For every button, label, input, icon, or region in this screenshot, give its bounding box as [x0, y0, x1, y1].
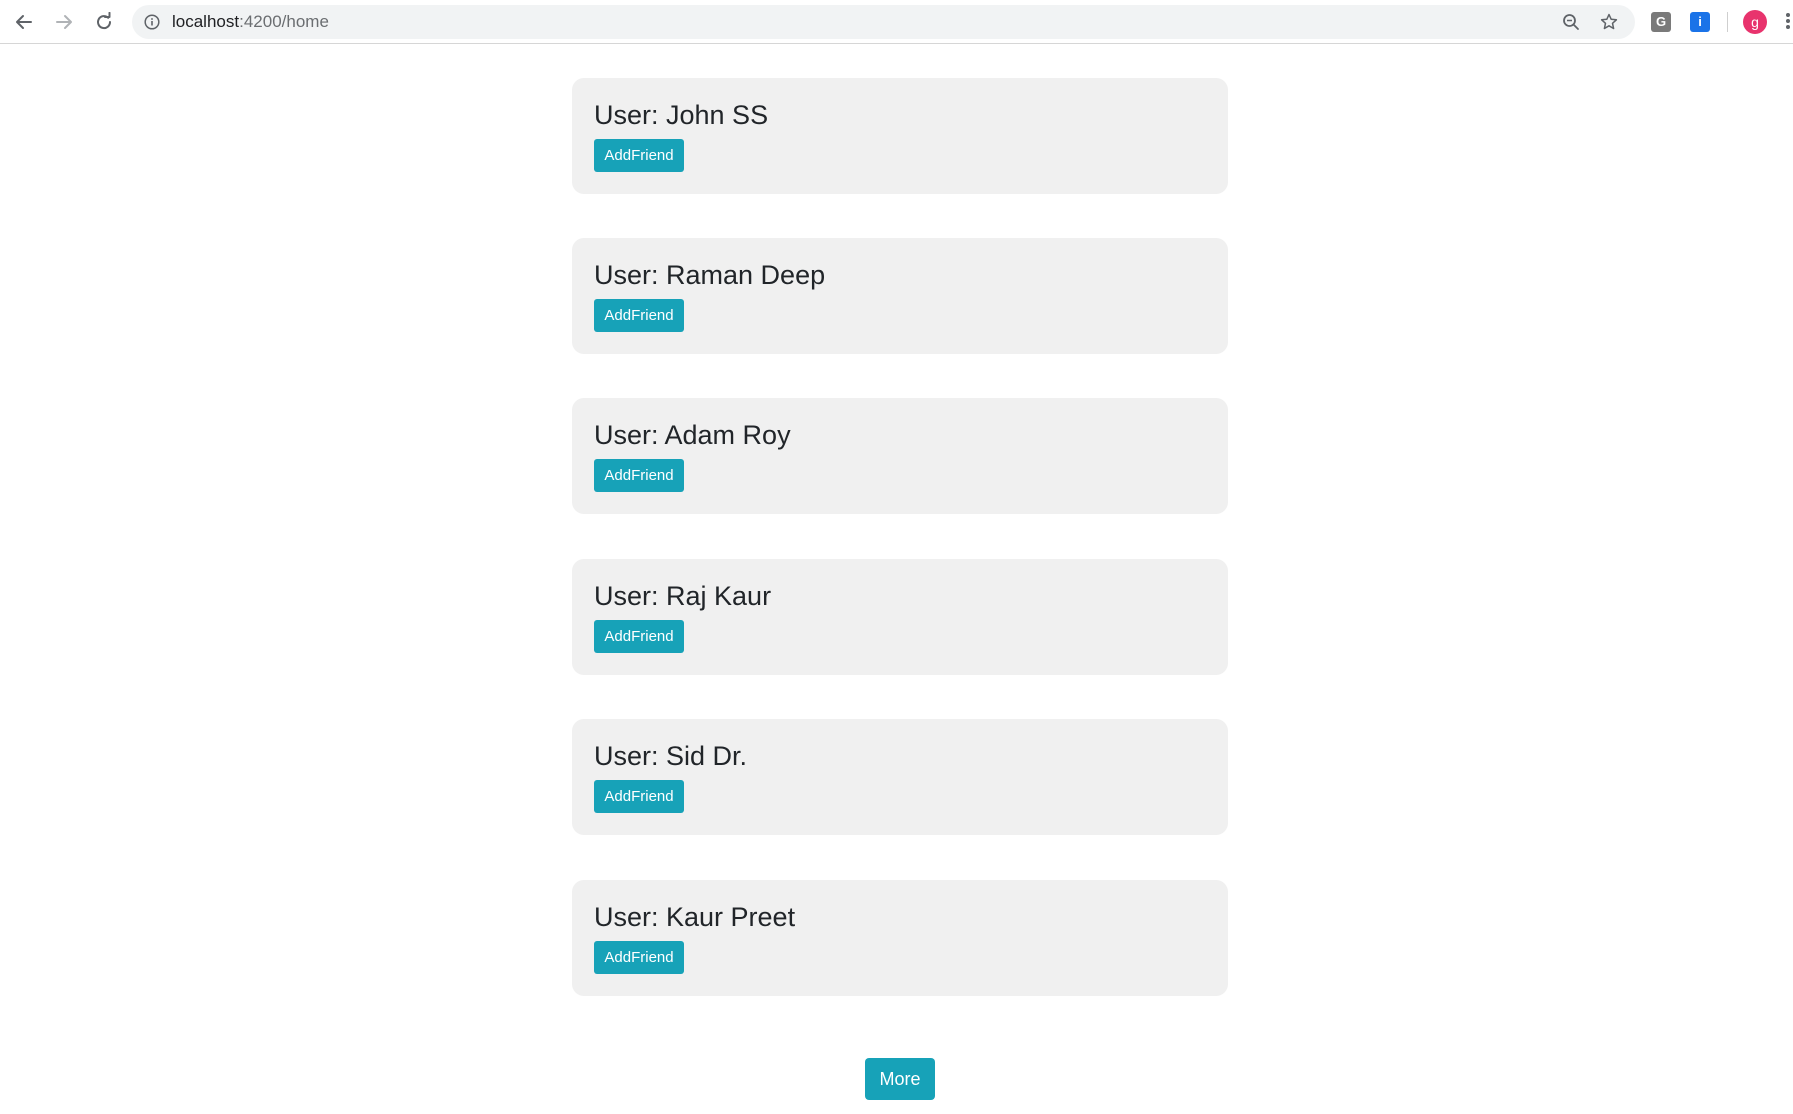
- info-icon[interactable]: [144, 14, 160, 30]
- user-card: User: Raman Deep AddFriend: [572, 238, 1228, 354]
- user-name: User: Raj Kaur: [594, 581, 772, 611]
- reload-button[interactable]: [88, 6, 120, 38]
- user-card: User: Kaur Preet AddFriend: [572, 880, 1228, 996]
- reload-icon: [97, 12, 112, 30]
- user-card: User: Raj Kaur AddFriend: [572, 559, 1228, 675]
- add-friend-button[interactable]: AddFriend: [594, 941, 684, 974]
- url-text[interactable]: localhost:4200/home: [172, 13, 329, 31]
- add-friend-button[interactable]: AddFriend: [594, 139, 684, 172]
- user-name: User: John SS: [594, 100, 769, 130]
- add-friend-button[interactable]: AddFriend: [594, 299, 684, 332]
- user-name: User: Raman Deep: [594, 260, 826, 290]
- add-friend-button[interactable]: AddFriend: [594, 780, 684, 813]
- grammar-extension-icon[interactable]: G: [1651, 12, 1671, 32]
- user-card: User: John SS AddFriend: [572, 78, 1228, 194]
- user-card: User: Adam Roy AddFriend: [572, 398, 1228, 514]
- arrow-left-icon: [16, 15, 32, 29]
- back-button[interactable]: [8, 6, 40, 38]
- info-extension-icon[interactable]: i: [1690, 12, 1710, 32]
- page-content: User: John SS AddFriend User: Raman Deep…: [0, 45, 1793, 1114]
- user-name: User: Kaur Preet: [594, 902, 796, 932]
- url-host: localhost: [172, 12, 240, 31]
- user-card: User: Sid Dr. AddFriend: [572, 719, 1228, 835]
- url-path: :4200/home: [239, 12, 329, 31]
- browser-menu-icon[interactable]: [1786, 12, 1792, 32]
- arrow-right-icon: [56, 15, 72, 29]
- add-friend-button[interactable]: AddFriend: [594, 459, 684, 492]
- profile-avatar[interactable]: g: [1743, 10, 1767, 34]
- bookmark-star-icon[interactable]: [1600, 13, 1618, 31]
- forward-button[interactable]: [48, 6, 80, 38]
- zoom-icon[interactable]: [1562, 13, 1580, 31]
- browser-toolbar: localhost:4200/home G i g: [0, 0, 1793, 44]
- more-button[interactable]: More: [865, 1058, 935, 1100]
- add-friend-button[interactable]: AddFriend: [594, 620, 684, 653]
- user-name: User: Sid Dr.: [594, 741, 748, 771]
- address-bar[interactable]: localhost:4200/home: [132, 5, 1635, 39]
- toolbar-divider: [1727, 12, 1728, 32]
- user-name: User: Adam Roy: [594, 420, 791, 450]
